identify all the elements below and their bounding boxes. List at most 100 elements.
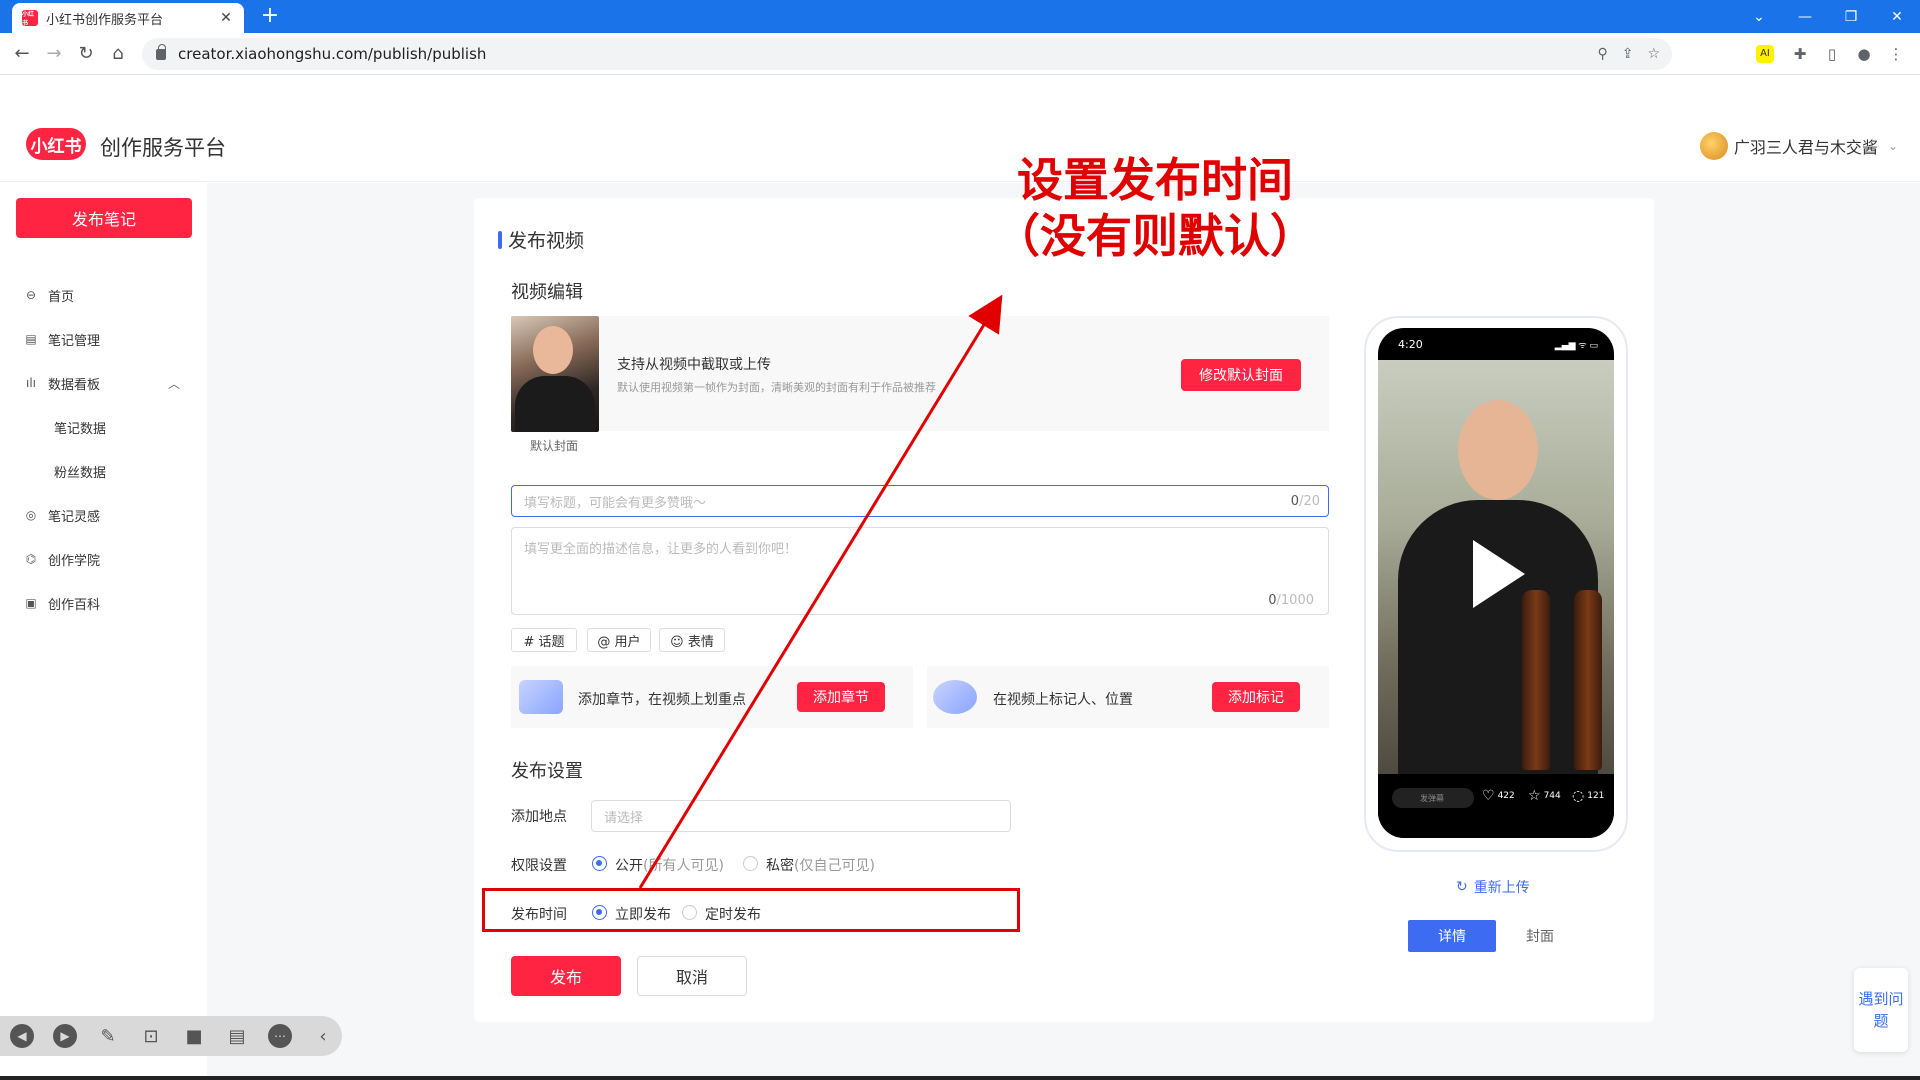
browser-toolbar: ← → ↻ ⌂ creator.xiaohongshu.com/publish/…: [0, 33, 1920, 75]
pen-icon[interactable]: ✎: [96, 1024, 120, 1048]
reupload-button[interactable]: ↻ 重新上传: [1456, 877, 1530, 897]
page-title: 发布视频: [498, 226, 584, 253]
sidebar-item-inspiration[interactable]: ◎ 笔记灵感: [24, 503, 100, 527]
chapter-text: 添加章节，在视频上划重点: [578, 692, 746, 708]
minimize-button[interactable]: —: [1782, 0, 1828, 33]
close-window-button[interactable]: ✕: [1874, 0, 1920, 33]
recorder-toolbar: ◀ ▶ ✎ ⊡ ■ ▤ ⋯ ‹: [0, 1016, 342, 1056]
sidebar-item-label: 创作百科: [48, 597, 101, 613]
title-input[interactable]: 填写标题，可能会有更多赞哦～ 0/20: [511, 485, 1329, 517]
star-icon: ☆: [1528, 788, 1541, 804]
sidebar-item-label: 笔记管理: [48, 333, 101, 349]
back-icon[interactable]: ←: [10, 42, 34, 66]
stars-stat: ☆ 744: [1528, 788, 1561, 804]
location-label: 添加地点: [511, 809, 567, 825]
restore-button[interactable]: ❐: [1828, 0, 1874, 33]
permission-label: 权限设置: [511, 858, 567, 874]
video-edit-title: 视频编辑: [511, 282, 583, 303]
permission-private-label[interactable]: 私密(仅自己可见): [766, 855, 875, 875]
user-menu[interactable]: 广羽三人君与木交酱 ⌄: [1699, 132, 1898, 160]
cover-tip: 支持从视频中截取或上传: [617, 357, 771, 373]
share-icon[interactable]: ⇪: [1622, 46, 1634, 62]
home-icon: ⊖: [25, 288, 37, 302]
collapse-icon[interactable]: ‹: [311, 1024, 335, 1048]
topic-button[interactable]: # 话题: [511, 628, 577, 652]
phone-status-icons: ▂▄▆ ᯤ ▭: [1554, 341, 1598, 351]
new-tab-button[interactable]: +: [258, 4, 282, 28]
play-icon[interactable]: [1473, 540, 1525, 608]
chevron-down-icon: ⌄: [1887, 139, 1898, 153]
academy-icon: ⌬: [25, 552, 37, 566]
xiaohongshu-logo[interactable]: 小红书: [26, 128, 86, 160]
add-mark-button[interactable]: 添加标记: [1212, 682, 1300, 712]
likes-stat: ♡ 422: [1482, 788, 1515, 804]
tab-search-icon[interactable]: ⌄: [1736, 0, 1782, 33]
permission-private-radio[interactable]: [743, 856, 758, 871]
heart-icon: ♡: [1482, 788, 1495, 804]
default-cover-thumbnail[interactable]: [511, 316, 599, 432]
favicon-icon: 小红书: [22, 10, 38, 27]
camera-icon[interactable]: ■: [182, 1024, 206, 1048]
taskbar-edge: [0, 1076, 1920, 1080]
side-panel-icon[interactable]: ▯: [1820, 42, 1844, 66]
avatar: [1699, 132, 1728, 160]
sidebar-item-note-management[interactable]: ▤ 笔记管理: [24, 327, 100, 351]
reload-icon[interactable]: ↻: [74, 42, 98, 66]
profile-icon[interactable]: ●: [1852, 42, 1876, 66]
add-chapter-button[interactable]: 添加章节: [797, 682, 885, 712]
cover-label: 默认封面: [530, 439, 579, 453]
chat-icon[interactable]: ▤: [225, 1024, 249, 1048]
note-icon: ▤: [25, 332, 37, 346]
modify-cover-button[interactable]: 修改默认封面: [1181, 359, 1301, 391]
browser-tab-bar: 小红书 小红书创作服务平台 ✕ + ⌄ — ❐ ✕: [0, 0, 1920, 33]
tab-detail[interactable]: 详情: [1408, 920, 1496, 952]
home-nav-icon[interactable]: ⌂: [106, 42, 130, 66]
tab-cover[interactable]: 封面: [1504, 920, 1576, 952]
sidebar-item-label: 创作学院: [48, 553, 101, 569]
sidebar-item-home[interactable]: ⊖ 首页: [24, 283, 74, 307]
tab-title: 小红书创作服务平台: [46, 12, 164, 28]
bookmark-star-icon[interactable]: ☆: [1647, 46, 1660, 62]
chart-icon: ılı: [25, 376, 36, 390]
chapter-icon: [519, 680, 563, 714]
forward-icon[interactable]: →: [42, 42, 66, 66]
permission-public-radio[interactable]: [592, 856, 607, 871]
description-textarea[interactable]: 填写更全面的描述信息，让更多的人看到你吧！ 0/1000: [511, 527, 1329, 615]
extensions-puzzle-icon[interactable]: ✚: [1788, 42, 1812, 66]
cancel-button[interactable]: 取消: [637, 956, 747, 996]
phone-bottom-bar: 发弹幕 ♡ 422 ☆ 744 ◌ 121: [1378, 774, 1614, 838]
chevron-up-icon[interactable]: ︿: [168, 375, 180, 392]
sidebar-subitem-note-data[interactable]: 笔记数据: [54, 415, 106, 439]
help-button[interactable]: 遇到问题: [1854, 968, 1908, 1052]
video-preview[interactable]: [1378, 360, 1614, 774]
tab-close-icon[interactable]: ✕: [218, 10, 234, 26]
extension-ai-icon[interactable]: AI: [1756, 45, 1774, 63]
previous-icon[interactable]: ◀: [10, 1024, 34, 1048]
annotation-text: 设置发布时间 （没有则默认）: [994, 153, 1316, 263]
sidebar-item-encyclopedia[interactable]: ▣ 创作百科: [24, 591, 100, 615]
sidebar-subitem-fan-data[interactable]: 粉丝数据: [54, 459, 106, 483]
location-icon[interactable]: ⚲: [1597, 46, 1607, 62]
mention-user-button[interactable]: @ 用户: [587, 628, 651, 652]
address-bar[interactable]: creator.xiaohongshu.com/publish/publish …: [142, 38, 1672, 70]
lock-icon: [156, 43, 166, 60]
play-forward-icon[interactable]: ▶: [53, 1024, 77, 1048]
danmaku-input: 发弹幕: [1392, 788, 1474, 808]
permission-public-label[interactable]: 公开(所有人可见): [615, 855, 724, 875]
comments-stat: ◌ 121: [1572, 788, 1605, 804]
sidebar-item-academy[interactable]: ⌬ 创作学院: [24, 547, 100, 571]
screenshot-icon[interactable]: ⊡: [139, 1024, 163, 1048]
more-icon[interactable]: ⋯: [268, 1024, 292, 1048]
phone-time: 4:20: [1398, 338, 1423, 351]
location-select[interactable]: 请选择: [591, 800, 1011, 832]
browser-tab[interactable]: 小红书 小红书创作服务平台 ✕: [12, 3, 244, 33]
description-placeholder: 填写更全面的描述信息，让更多的人看到你吧！: [524, 542, 798, 557]
book-icon: ▣: [25, 596, 37, 610]
emoji-button[interactable]: ☺ 表情: [659, 628, 725, 652]
platform-title: 创作服务平台: [100, 136, 226, 160]
publish-note-button[interactable]: 发布笔记: [16, 198, 192, 238]
publish-button[interactable]: 发布: [511, 956, 621, 996]
menu-kebab-icon[interactable]: ⋮: [1884, 42, 1908, 66]
sidebar-item-data-board[interactable]: ılı 数据看板: [24, 371, 100, 395]
refresh-icon: ↻: [1456, 879, 1468, 895]
